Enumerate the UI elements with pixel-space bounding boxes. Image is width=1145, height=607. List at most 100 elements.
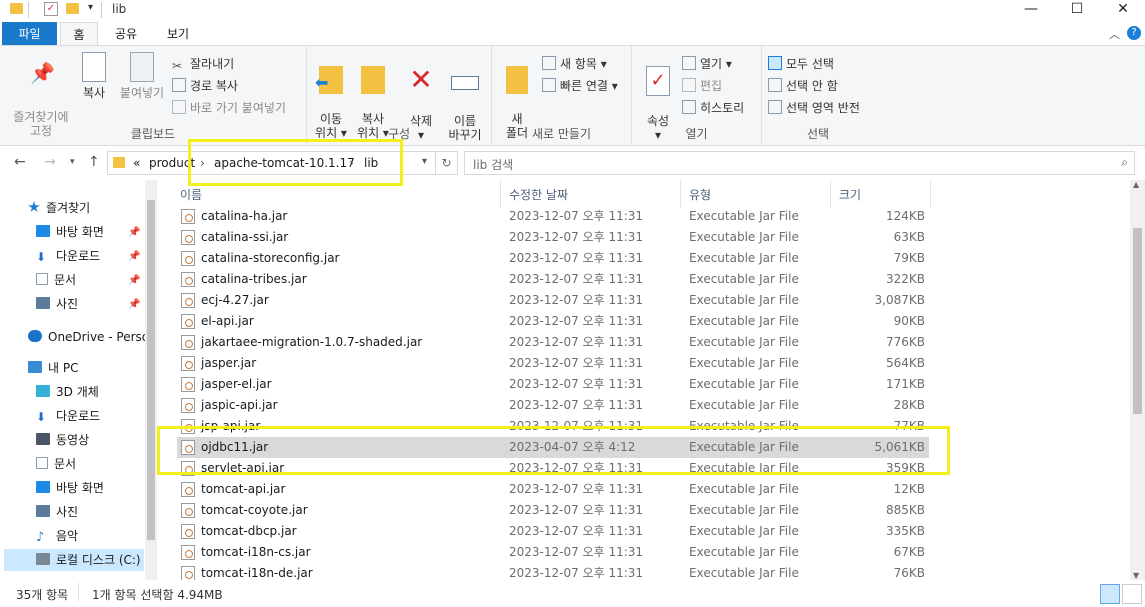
address-segment-lib[interactable]: lib: [364, 156, 378, 170]
paste-button[interactable]: 붙여넣기: [116, 52, 168, 100]
maximize-button[interactable]: ☐: [1054, 0, 1100, 22]
column-header-date[interactable]: 수정한 날짜: [509, 183, 568, 207]
properties-quick-icon[interactable]: ✓: [44, 2, 58, 16]
edit-button[interactable]: 편집: [682, 76, 722, 96]
details-view-icon[interactable]: [1100, 584, 1120, 604]
back-arrow-icon[interactable]: ←: [14, 154, 26, 170]
file-type: Executable Jar File: [689, 461, 799, 475]
column-separator[interactable]: [830, 180, 831, 208]
file-list-scrollbar-thumb[interactable]: [1133, 228, 1142, 414]
table-row[interactable]: jsp-api.jar 2023-12-07 오후 11:31 Executable…: [177, 416, 929, 437]
address-separator[interactable]: ›: [200, 156, 205, 170]
address-segment-tomcat[interactable]: apache-tomcat-10.1.17: [214, 156, 355, 170]
column-separator[interactable]: [930, 180, 931, 208]
nav-item-this-pc[interactable]: 내 PC: [28, 357, 78, 379]
column-separator[interactable]: [680, 180, 681, 208]
table-row[interactable]: catalina-storeconfig.jar 2023-12-07 오후 11…: [177, 248, 929, 269]
column-separator[interactable]: [500, 180, 501, 208]
tab-home[interactable]: 홈: [60, 22, 98, 46]
new-folder-quick-icon[interactable]: [66, 3, 79, 14]
table-row[interactable]: tomcat-i18n-de.jar 2023-12-07 오후 11:31 Exe…: [177, 563, 929, 580]
pin-icon[interactable]: 📌: [128, 251, 140, 262]
tab-share[interactable]: 공유: [106, 22, 146, 46]
table-row[interactable]: tomcat-api.jar 2023-12-07 오후 11:31 Executa…: [177, 479, 929, 500]
nav-item-videos[interactable]: 동영상: [36, 429, 89, 451]
table-row[interactable]: tomcat-i18n-cs.jar 2023-12-07 오후 11:31 Exe…: [177, 542, 929, 563]
table-row[interactable]: ecj-4.27.jar 2023-12-07 오후 11:31 Executabl…: [177, 290, 929, 311]
nav-item-local-disk[interactable]: 로컬 디스크 (C:): [4, 549, 144, 571]
table-row[interactable]: jakartaee-migration-1.0.7-shaded.jar 2023…: [177, 332, 929, 353]
column-header-size[interactable]: 크기: [839, 183, 861, 207]
scroll-up-icon[interactable]: ▲: [1133, 180, 1139, 189]
history-button[interactable]: 히스토리: [682, 98, 744, 118]
nav-item-documents[interactable]: 문서: [36, 269, 76, 291]
search-icon[interactable]: ⌕: [1121, 155, 1128, 170]
easy-access-button[interactable]: 빠른 연결 ▾: [542, 76, 618, 96]
music-icon: ♪: [36, 530, 45, 545]
pin-icon[interactable]: 📌: [128, 227, 140, 238]
nav-item-desktop[interactable]: 바탕 화면: [36, 221, 104, 243]
nav-item-label: OneDrive - Person: [48, 330, 157, 344]
table-row[interactable]: catalina-ha.jar 2023-12-07 오후 11:31 Execut…: [177, 206, 929, 227]
cut-button[interactable]: ✂ 잘라내기: [172, 54, 234, 74]
nav-item-pictures[interactable]: 사진: [36, 293, 78, 315]
tab-view[interactable]: 보기: [158, 22, 198, 46]
paste-shortcut-button[interactable]: 바로 가기 붙여넣기: [172, 98, 286, 118]
nav-item-desktop-pc[interactable]: 바탕 화면: [36, 477, 104, 499]
help-icon[interactable]: ?: [1127, 26, 1141, 40]
select-none-button[interactable]: 선택 안 함: [768, 76, 838, 96]
new-item-button[interactable]: 새 항목 ▾: [542, 54, 607, 74]
table-row[interactable]: servlet-api.jar 2023-12-07 오후 11:31 Execut…: [177, 458, 929, 479]
nav-scrollbar[interactable]: [145, 180, 157, 580]
file-type: Executable Jar File: [689, 377, 799, 391]
column-header-name[interactable]: 이름: [180, 183, 202, 207]
address-separator[interactable]: ›: [349, 156, 354, 170]
nav-item-downloads-pc[interactable]: ⬇ 다운로드: [36, 405, 100, 427]
large-icons-view-icon[interactable]: [1122, 584, 1142, 604]
search-input[interactable]: lib 검색: [473, 156, 513, 173]
nav-item-documents-pc[interactable]: 문서: [36, 453, 76, 475]
forward-arrow-icon[interactable]: →: [44, 154, 56, 170]
nav-item-3d-objects[interactable]: 3D 개체: [36, 381, 99, 403]
nav-item-onedrive[interactable]: OneDrive - Person: [28, 326, 157, 348]
pin-icon[interactable]: 📌: [128, 299, 140, 310]
open-button[interactable]: 열기 ▾: [682, 54, 732, 74]
refresh-icon[interactable]: ↻: [436, 151, 458, 175]
nav-item-quick-access[interactable]: 즐겨찾기: [28, 197, 90, 219]
table-row[interactable]: el-api.jar 2023-12-07 오후 11:31 Executable …: [177, 311, 929, 332]
table-row[interactable]: catalina-tribes.jar 2023-12-07 오후 11:31 Ex…: [177, 269, 929, 290]
copy-button[interactable]: 복사: [76, 52, 112, 100]
close-button[interactable]: ✕: [1100, 0, 1145, 22]
pin-icon[interactable]: 📌: [128, 275, 140, 286]
scroll-down-icon[interactable]: ▼: [1133, 571, 1139, 580]
address-segment-product[interactable]: product: [149, 156, 195, 170]
tab-file[interactable]: 파일: [2, 22, 57, 46]
address-dropdown-icon[interactable]: ▾: [422, 156, 427, 167]
search-box[interactable]: lib 검색 ⌕: [464, 151, 1135, 175]
copy-path-button[interactable]: 경로 복사: [172, 76, 238, 96]
nav-item-music[interactable]: ♪ 음악: [36, 525, 78, 547]
up-arrow-icon[interactable]: ↑: [88, 154, 100, 170]
nav-scrollbar-thumb[interactable]: [147, 200, 155, 540]
table-row[interactable]: tomcat-dbcp.jar 2023-12-07 오후 11:31 Execut…: [177, 521, 929, 542]
file-list-scrollbar[interactable]: ▲ ▼: [1130, 180, 1145, 580]
nav-item-pictures-pc[interactable]: 사진: [36, 501, 78, 523]
invert-selection-button[interactable]: 선택 영역 반전: [768, 98, 860, 118]
table-row[interactable]: jasper.jar 2023-12-07 오후 11:31 Executable …: [177, 353, 929, 374]
minimize-button[interactable]: —: [1008, 0, 1054, 22]
table-row[interactable]: tomcat-coyote.jar 2023-12-07 오후 11:31 Exec…: [177, 500, 929, 521]
column-header-type[interactable]: 유형: [689, 183, 711, 207]
address-box[interactable]: « product › apache-tomcat-10.1.17 › lib …: [107, 151, 436, 175]
file-size: 12KB: [893, 482, 925, 496]
nav-item-downloads[interactable]: ⬇ 다운로드: [36, 245, 100, 267]
table-row-selected[interactable]: ojdbc11.jar 2023-04-07 오후 4:12 Executable …: [177, 437, 929, 458]
customize-quick-access-icon[interactable]: ▾: [88, 2, 93, 13]
select-all-button[interactable]: 모두 선택: [768, 54, 834, 74]
table-row[interactable]: catalina-ssi.jar 2023-12-07 오후 11:31 Execu…: [177, 227, 929, 248]
collapse-ribbon-icon[interactable]: ︿: [1109, 26, 1120, 42]
table-row[interactable]: jasper-el.jar 2023-12-07 오후 11:31 Executab…: [177, 374, 929, 395]
file-size: 63KB: [893, 230, 925, 244]
table-row[interactable]: jaspic-api.jar 2023-12-07 오후 11:31 Executa…: [177, 395, 929, 416]
address-overflow[interactable]: «: [133, 156, 140, 170]
recent-locations-icon[interactable]: ▾: [70, 157, 75, 167]
